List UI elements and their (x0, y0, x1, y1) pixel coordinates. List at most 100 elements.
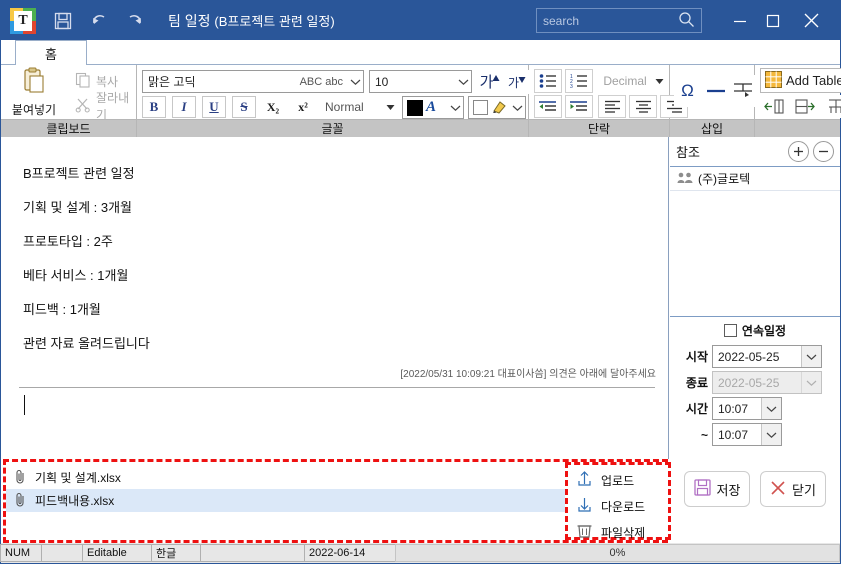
search-box[interactable]: search (536, 8, 702, 33)
paragraph-style-value: Normal (325, 100, 364, 114)
recurring-schedule-checkbox[interactable] (723, 323, 737, 337)
attachment-area: 기획 및 설계.xlsx 피드백내용.xlsx 업로드 다운로드 파일삭제 (3, 459, 671, 545)
insert-column-icon[interactable] (760, 95, 788, 118)
highlight-color-button[interactable] (468, 96, 526, 119)
group-label-table (755, 119, 840, 137)
paste-button[interactable]: 붙여넣기 (5, 67, 63, 117)
cut-button[interactable]: 잘라내기 (71, 91, 135, 122)
ribbon-group-paragraph: 123 Decimal 단락 (529, 65, 688, 137)
start-date-field[interactable]: 2022-05-25 (712, 345, 822, 368)
reference-list[interactable]: (주)글로텍 (670, 167, 840, 317)
omega-symbol-icon[interactable]: Ω (674, 75, 701, 107)
italic-button[interactable]: I (172, 96, 196, 118)
bold-label: B (149, 99, 159, 114)
strikethrough-button[interactable]: S (232, 96, 256, 118)
align-left-icon[interactable] (598, 95, 626, 118)
document-line: 프로토타입 : 2주 (23, 234, 113, 249)
upload-button[interactable]: 업로드 (568, 467, 668, 493)
delete-file-button[interactable]: 파일삭제 (568, 519, 668, 545)
window-title: 팀 일정 (B프로젝트 관련 일정) (168, 11, 335, 31)
status-blank-2 (200, 544, 305, 562)
download-button[interactable]: 다운로드 (568, 493, 668, 519)
grow-font-button[interactable]: 가 (477, 69, 503, 94)
search-input[interactable]: search (543, 14, 678, 28)
remove-reference-button[interactable] (813, 141, 834, 162)
font-name-combobox[interactable]: 맑은 고딕 ABC abc (142, 70, 364, 93)
add-table-button[interactable]: Add Table (760, 68, 841, 93)
list-format-caret-icon[interactable] (652, 72, 666, 90)
paragraph-style-caret-icon[interactable] (383, 98, 397, 116)
download-button-label: 다운로드 (601, 499, 646, 514)
end-date-label: 종료 (685, 376, 708, 390)
start-time-label: 시간 (685, 402, 708, 416)
redo-arrow-icon[interactable] (120, 6, 150, 36)
save-button[interactable]: 저장 (684, 471, 750, 507)
start-time-field[interactable]: 10:07 (712, 397, 782, 420)
paragraph-style-dropdown[interactable]: Normal (321, 96, 383, 118)
font-preview-label: ABC abc (299, 75, 343, 88)
end-date-field: 2022-05-25 (712, 371, 822, 394)
end-time-field[interactable]: 10:07 (712, 423, 782, 446)
scissors-icon (75, 97, 91, 116)
superscript-button[interactable]: x² (289, 96, 317, 118)
minimize-icon[interactable] (725, 7, 755, 34)
list-item[interactable]: (주)글로텍 (670, 167, 840, 191)
chevron-down-icon[interactable] (761, 398, 781, 419)
end-date-value: 2022-05-25 (718, 375, 780, 390)
text-color-button[interactable]: A (402, 96, 464, 119)
chevron-down-icon[interactable] (455, 78, 471, 86)
undo-arrow-icon[interactable] (84, 6, 114, 36)
start-date-label: 시작 (685, 350, 708, 364)
floppy-save-icon[interactable] (48, 6, 78, 36)
ribbon-group-table: Add Table (755, 65, 841, 137)
end-date-row: 종료 2022-05-25 (674, 371, 822, 394)
indent-decrease-icon[interactable] (534, 95, 562, 118)
search-magnifier-icon[interactable] (678, 11, 695, 31)
right-panel: 참조 (주)글로텍 연속일정 시작 2022-05-25 종료 2022-05-… (670, 137, 840, 543)
application-window: T 팀 일정 (B프로젝트 관련 일정) search 홈 붙여넣기 복사 잘라… (0, 0, 841, 564)
add-reference-button[interactable] (788, 141, 809, 162)
close-x-icon[interactable] (796, 7, 826, 34)
chevron-down-icon[interactable] (801, 346, 821, 367)
chevron-down-icon[interactable] (761, 424, 781, 445)
horizontal-line-icon[interactable] (702, 75, 729, 107)
shrink-font-button[interactable]: 가 (505, 70, 529, 94)
recurring-schedule-row[interactable]: 연속일정 (670, 319, 840, 341)
font-name-value: 맑은 고딕 (148, 75, 196, 89)
chevron-down-icon[interactable] (347, 78, 363, 86)
merge-cells-icon[interactable] (822, 95, 841, 118)
tab-home[interactable]: 홈 (15, 40, 87, 65)
insert-row-icon[interactable] (791, 95, 819, 118)
document-line: B프로젝트 관련 일정 (23, 166, 135, 181)
upload-arrow-icon (576, 470, 593, 490)
reference-title: 참조 (676, 145, 700, 160)
subscript-label: X₂ (266, 99, 280, 114)
reference-item-label: (주)글로텍 (698, 172, 751, 186)
document-line: 관련 자료 올려드립니다 (23, 336, 150, 351)
list-format-dropdown[interactable]: Decimal (598, 70, 652, 92)
font-size-combobox[interactable]: 10 (369, 70, 472, 93)
indent-increase-icon[interactable] (565, 95, 593, 118)
page-break-icon[interactable] (729, 75, 756, 107)
window-title-main: 팀 일정 (168, 12, 211, 29)
underline-button[interactable]: U (202, 96, 226, 118)
subscript-button[interactable]: X₂ (259, 96, 287, 118)
status-bar: NUM Editable 한글 2022-06-14 0% (0, 543, 840, 563)
chevron-down-icon[interactable] (509, 104, 525, 112)
ribbon-group-clipboard: 붙여넣기 복사 잘라내기 클립보드 (1, 65, 137, 137)
grow-font-label: 가 (479, 74, 494, 91)
align-center-icon[interactable] (629, 95, 657, 118)
chevron-down-icon[interactable] (447, 104, 463, 112)
maximize-icon[interactable] (758, 7, 788, 34)
delete-file-button-label: 파일삭제 (601, 525, 646, 540)
bold-button[interactable]: B (142, 96, 166, 118)
numbered-list-icon[interactable]: 123 (565, 69, 593, 93)
paste-button-label: 붙여넣기 (11, 103, 57, 117)
bullet-list-icon[interactable] (534, 69, 562, 93)
start-date-value: 2022-05-25 (718, 349, 780, 364)
trash-can-icon (576, 522, 593, 542)
close-button[interactable]: 닫기 (760, 471, 826, 507)
document-editor[interactable]: B프로젝트 관련 일정 기획 및 설계 : 3개월 프로토타입 : 2주 베타 … (1, 137, 669, 459)
end-time-row: ~ 10:07 (674, 423, 782, 446)
reference-header: 참조 (670, 137, 840, 167)
